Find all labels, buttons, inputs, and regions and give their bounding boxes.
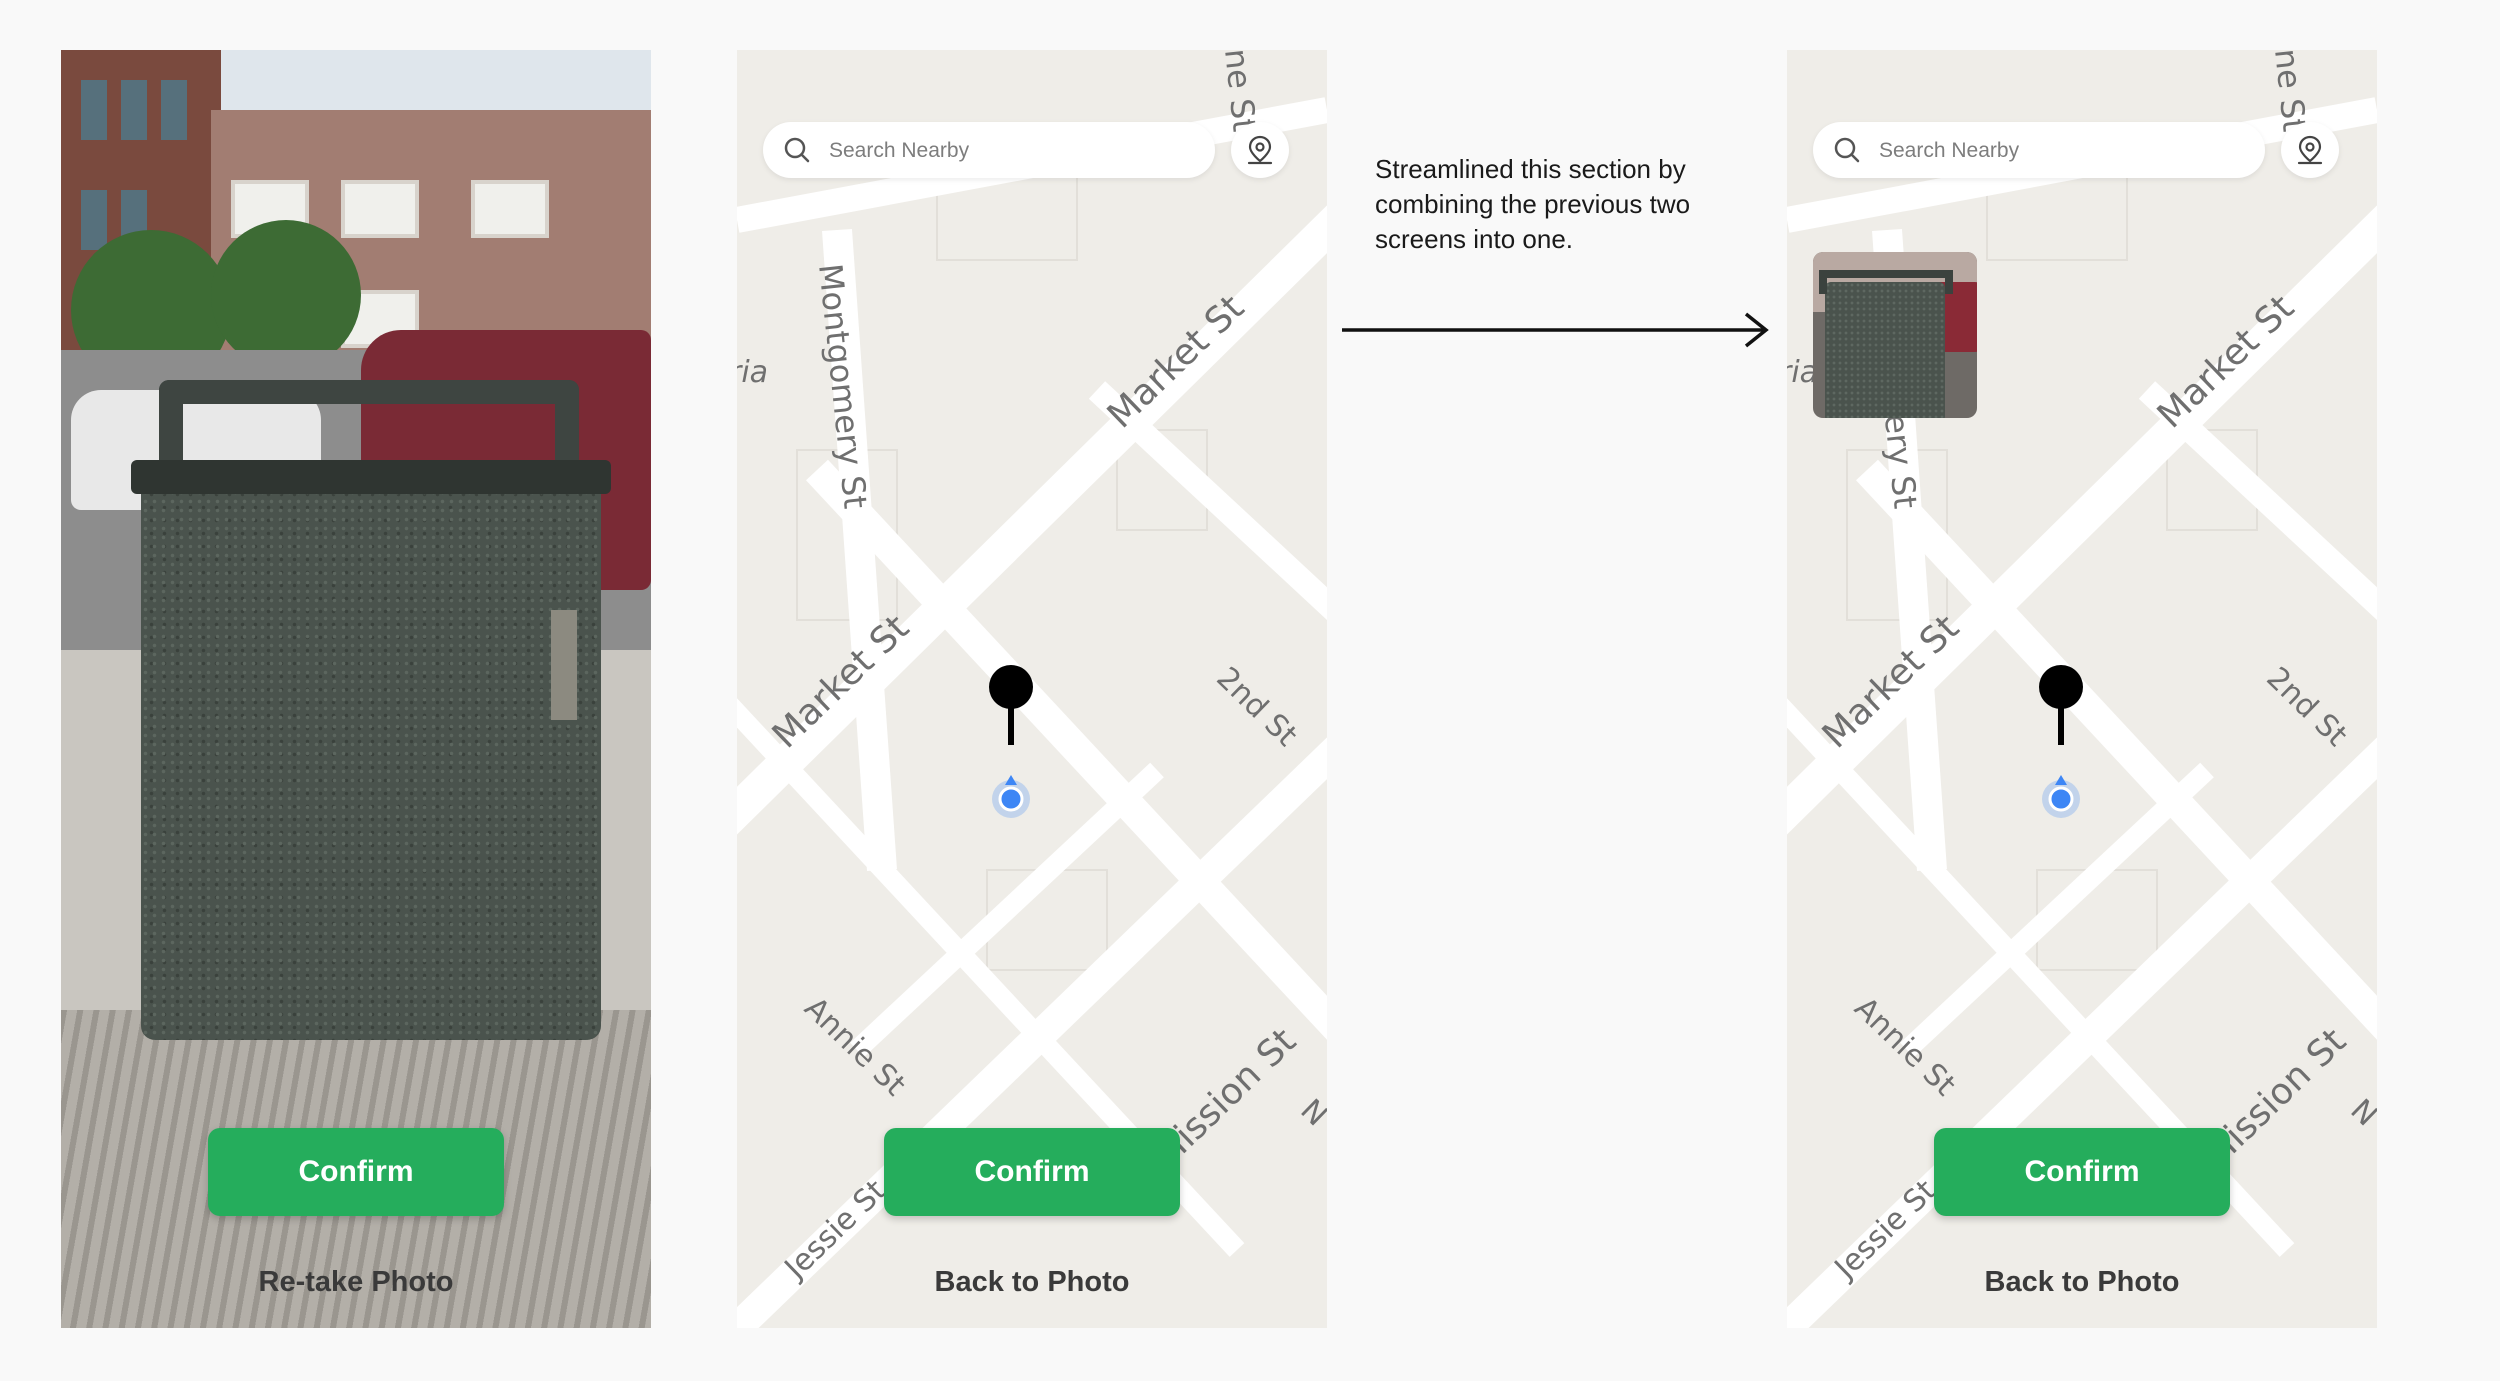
annotation-line: combining the previous two <box>1375 189 1691 219</box>
back-to-photo-button[interactable]: Back to Photo <box>737 1266 1327 1299</box>
map-pin-icon[interactable] <box>2037 665 2085 745</box>
location-pin-icon <box>1247 135 1273 165</box>
map-pin-icon[interactable] <box>987 665 1035 745</box>
annotation-line: Streamlined this section by <box>1375 154 1686 184</box>
confirm-button[interactable]: Confirm <box>884 1128 1180 1216</box>
search-placeholder: Search Nearby <box>829 139 970 162</box>
location-button[interactable] <box>2281 122 2339 178</box>
confirm-button[interactable]: Confirm <box>1934 1128 2230 1216</box>
location-button[interactable] <box>1231 122 1289 178</box>
user-location-icon <box>992 775 1030 818</box>
map-screen: Montgomery St Market St Market St 2nd St… <box>737 50 1327 1328</box>
annotation-text: Streamlined this section by combining th… <box>1375 152 1755 257</box>
confirm-button[interactable]: Confirm <box>208 1128 504 1216</box>
photo-thumbnail[interactable] <box>1813 252 1977 418</box>
back-to-photo-button[interactable]: Back to Photo <box>1787 1266 2377 1299</box>
location-pin-icon <box>2297 135 2323 165</box>
arrow-right-icon <box>1342 312 1769 348</box>
annotation-line: screens into one. <box>1375 224 1574 254</box>
search-icon <box>1834 137 1860 163</box>
search-input[interactable]: Search Nearby <box>1813 122 2265 178</box>
search-icon <box>784 137 810 163</box>
search-input[interactable]: Search Nearby <box>763 122 1215 178</box>
user-location-icon <box>2042 775 2080 818</box>
retake-photo-button[interactable]: Re-take Photo <box>61 1266 651 1299</box>
search-placeholder: Search Nearby <box>1879 139 2020 162</box>
combined-screen: Montgomery St Market St Market St 2nd St… <box>1787 50 2377 1328</box>
street-label: ria <box>737 355 768 390</box>
photo-screen: Confirm Re-take Photo <box>61 50 651 1328</box>
